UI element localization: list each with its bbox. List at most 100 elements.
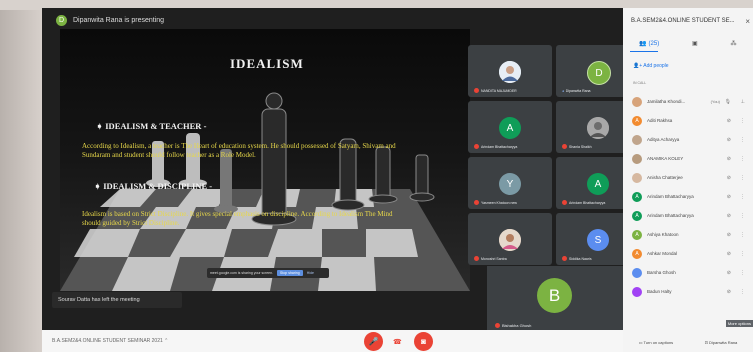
participant-name: Arindam Bhattacharyya <box>474 144 517 149</box>
participant-name-text: NANDITA MAJUMDER <box>481 88 517 93</box>
mic-off-icon: 🎤 <box>368 337 379 346</box>
mic-off-icon: ⊘ <box>726 136 731 143</box>
more-options-icon[interactable]: ⋮ <box>740 270 745 276</box>
pin-icon[interactable]: ⊥ <box>741 99 745 105</box>
avatar: A <box>632 191 642 202</box>
participant-name: Siddika Naaris <box>562 256 592 261</box>
more-options-icon[interactable]: ⋮ <box>740 156 745 162</box>
list-item[interactable]: Badun Halty ⊘ ⋮ <box>623 282 753 301</box>
mic-off-icon <box>562 256 567 261</box>
avatar <box>632 96 642 107</box>
mic-off-icon: ⊘ <box>726 269 731 276</box>
people-count: (25) <box>648 40 660 47</box>
captions-button[interactable]: ▭ Turn on captions <box>639 340 673 345</box>
monitor-bezel <box>0 0 42 352</box>
participant-name: NANDITA MAJUMDER <box>474 88 517 93</box>
add-people-label: Add people <box>643 63 669 69</box>
list-item[interactable]: Jamilatha Khondi... (You) 🎙 ⊥ <box>623 92 753 111</box>
participant-avatar: A <box>499 117 521 139</box>
participant-avatar: D <box>587 61 611 85</box>
more-options-icon[interactable]: ⋮ <box>740 251 745 257</box>
presentation-slide: IDEALISM ➧ IDEALISM & TEACHER - Accordin… <box>60 29 470 291</box>
participant-name: ANAMIKA KOLEY <box>647 156 684 161</box>
list-item[interactable]: Anisha Chatterjee ⊘ ⋮ <box>623 168 753 187</box>
participant-avatar: Y <box>499 173 521 195</box>
meeting-details-title: B.A.SEM2&4.ONLINE STUDENT SE... <box>631 18 735 24</box>
more-options-icon[interactable]: ⋮ <box>740 213 745 219</box>
mic-off-icon: ⊘ <box>726 117 731 124</box>
tab-people[interactable]: 👥 (25) <box>639 40 659 47</box>
screen-share-bar: meet.google.com is sharing your screen. … <box>207 268 329 278</box>
avatar: A <box>632 229 642 240</box>
participant-tile[interactable]: Y Yasmeen Khatoon new <box>468 157 552 209</box>
participant-name-text: Dipanwita Rana <box>565 89 591 93</box>
mic-toggle-button[interactable]: 🎤 <box>364 332 383 351</box>
participant-tile[interactable]: NANDITA MAJUMDER <box>468 45 552 97</box>
participant-name: Shania Shaikh <box>562 144 592 149</box>
presenter-text: Dipanwita Rana is presenting <box>73 16 165 24</box>
participant-name: ◂ Dipanwita Rana <box>562 89 590 93</box>
list-item[interactable]: A Arindam Bhattacharyya ⊘ ⋮ <box>623 206 753 225</box>
participant-tile[interactable]: A Arindam Bhattacharyya <box>468 101 552 153</box>
more-options-icon[interactable]: ⋮ <box>740 194 745 200</box>
presenter-bar: D Dipanwita Rana is presenting <box>56 12 164 28</box>
more-options-icon[interactable]: ⋮ <box>740 175 745 181</box>
active-tab-indicator <box>630 51 658 52</box>
meeting-title[interactable]: B.A.SEM2&4.ONLINE STUDENT SEMINAR 2021 ⌃ <box>52 338 168 344</box>
more-options-icon[interactable]: ⋮ <box>740 232 745 238</box>
participant-name-text: Arindam Bhattacharyya <box>569 200 606 205</box>
close-icon[interactable]: × <box>745 17 750 26</box>
participant-tile[interactable]: Monoshri Santra <box>468 213 552 265</box>
mic-off-icon: ⊘ <box>726 155 731 162</box>
mic-off-icon: ⊘ <box>726 231 731 238</box>
participant-name: Badun Halty <box>647 289 672 294</box>
mic-off-icon <box>474 88 479 93</box>
list-item[interactable]: A Aditi Rakhsa ⊘ ⋮ <box>623 111 753 130</box>
leave-call-button[interactable]: ☎ <box>393 338 402 346</box>
avatar <box>632 172 642 183</box>
slide-paragraph-teacher: According to Idealism, a teacher is The … <box>82 142 396 159</box>
list-item[interactable]: A Ashiya Khatoon ⊘ ⋮ <box>623 225 753 244</box>
slide-paragraph-discipline: Idealism is based on Strict Discipline. … <box>82 210 393 227</box>
chat-icon[interactable]: ▣ <box>692 40 698 47</box>
participant-name: Yasmeen Khatoon new <box>474 200 517 205</box>
stop-sharing-button[interactable]: Stop sharing <box>277 270 303 276</box>
presenting-label: Dipanwita Rana <box>709 339 738 345</box>
meeting-notification: Sourav Datta has left the meeting <box>52 292 182 308</box>
mic-off-icon <box>474 200 479 205</box>
more-options-icon[interactable]: ⋮ <box>740 118 745 124</box>
mic-off-icon: ⊘ <box>726 193 731 200</box>
participant-name-text: Monoshri Santra <box>481 256 507 261</box>
person-photo-icon <box>499 229 521 251</box>
mic-off-icon: ⊘ <box>726 288 731 295</box>
meet-window: D Dipanwita Rana is presenting IDEALISM … <box>42 8 753 352</box>
participant-name: Arindam Bhattacharyya <box>647 213 694 218</box>
avatar <box>632 134 642 145</box>
participant-name-text: Yasmeen Khatoon new <box>481 200 517 205</box>
more-options-icon[interactable]: ⋮ <box>740 137 745 143</box>
presenting-button[interactable]: ⊡ Dipanwita Rana <box>705 340 738 345</box>
list-item[interactable]: A Arindam Bhattacharyya ⊘ ⋮ <box>623 187 753 206</box>
captions-label: Turn on captions <box>643 339 674 345</box>
list-item[interactable]: A Ashkar Mondal ⊘ ⋮ <box>623 244 753 263</box>
list-item[interactable]: Barsha Ghosh ⊘ ⋮ <box>623 263 753 282</box>
list-item[interactable]: Aditya Acharyya ⊘ ⋮ <box>623 130 753 149</box>
camera-toggle-button[interactable]: ◙ <box>414 332 433 351</box>
add-people-button[interactable]: 👤+ Add people <box>633 63 669 69</box>
camera-off-icon: ◙ <box>421 337 426 346</box>
mic-off-icon: 🎙 <box>724 98 731 105</box>
panel-footer: ▭ Turn on captions ⊡ Dipanwita Rana <box>623 332 753 352</box>
avatar <box>632 267 642 278</box>
list-item[interactable]: ANAMIKA KOLEY ⊘ ⋮ <box>623 149 753 168</box>
hide-button[interactable]: Hide <box>307 271 314 275</box>
participant-name: Aditi Rakhsa <box>647 118 673 123</box>
participant-name-text: Shania Shaikh <box>569 144 592 149</box>
more-options-icon[interactable]: ⋮ <box>740 289 745 295</box>
activities-icon[interactable]: ⁂ <box>731 40 737 47</box>
section-label: IN CALL <box>633 81 647 85</box>
participant-name: Barsha Ghosh <box>647 270 676 275</box>
panel-tabs: 👥 (25) ▣ ⁂ <box>623 36 753 50</box>
slide-heading-discipline: ➧ IDEALISM & DISCIPLINE - <box>94 181 213 191</box>
avatar: A <box>632 115 642 126</box>
participant-tile-large[interactable]: B Bishakha Ghosh <box>487 266 633 330</box>
